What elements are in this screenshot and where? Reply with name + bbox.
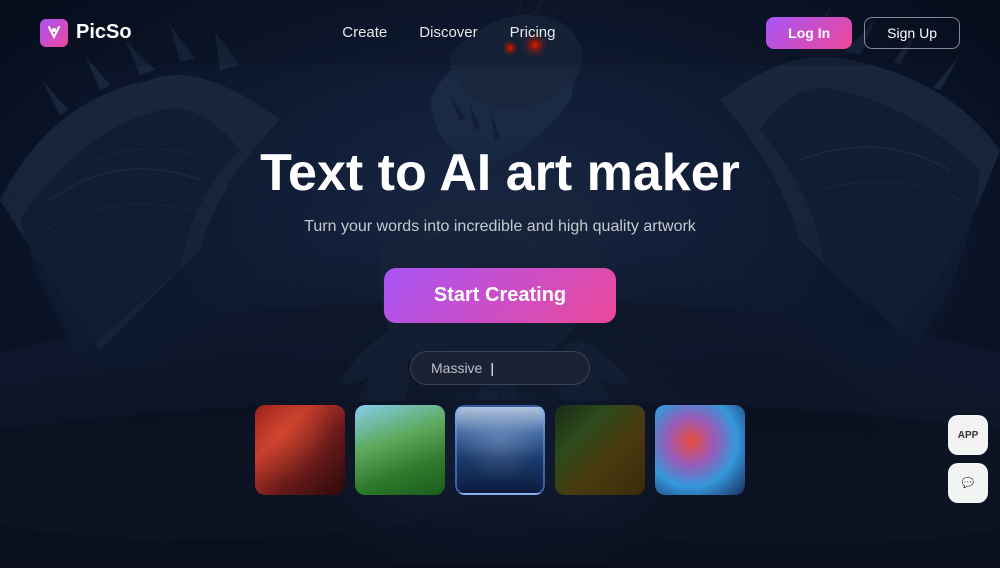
search-cursor: | xyxy=(490,360,494,376)
thumbnail-row xyxy=(0,405,1000,495)
thumbnail-2[interactable] xyxy=(355,405,445,495)
navbar: PicSo Create Discover Pricing Log In Sig… xyxy=(0,0,1000,65)
thumbnail-4[interactable] xyxy=(555,405,645,495)
logo-text: PicSo xyxy=(76,21,132,44)
nav-buttons: Log In Sign Up xyxy=(766,17,960,49)
chat-button[interactable]: 💬 xyxy=(948,463,988,503)
thumbnail-1[interactable] xyxy=(255,405,345,495)
logo-icon xyxy=(40,19,68,47)
nav-discover[interactable]: Discover xyxy=(419,24,477,41)
nav-pricing[interactable]: Pricing xyxy=(510,24,556,41)
search-container: Massive | xyxy=(0,351,1000,385)
start-creating-button[interactable]: Start Creating xyxy=(384,268,616,323)
nav-links: Create Discover Pricing xyxy=(342,24,555,41)
app-button-label: APP xyxy=(958,430,979,441)
hero-section: Text to AI art maker Turn your words int… xyxy=(0,65,1000,385)
search-placeholder: Massive xyxy=(431,360,482,376)
thumbnail-3[interactable] xyxy=(455,405,545,495)
hero-subtitle: Turn your words into incredible and high… xyxy=(0,218,1000,236)
app-button[interactable]: APP xyxy=(948,415,988,455)
hero-title: Text to AI art maker xyxy=(0,145,1000,202)
nav-create[interactable]: Create xyxy=(342,24,387,41)
login-button[interactable]: Log In xyxy=(766,17,852,49)
search-bar[interactable]: Massive | xyxy=(410,351,590,385)
chat-icon: 💬 xyxy=(962,478,974,489)
side-buttons: APP 💬 xyxy=(948,415,988,503)
logo[interactable]: PicSo xyxy=(40,19,132,47)
thumbnail-5[interactable] xyxy=(655,405,745,495)
signup-button[interactable]: Sign Up xyxy=(864,17,960,49)
